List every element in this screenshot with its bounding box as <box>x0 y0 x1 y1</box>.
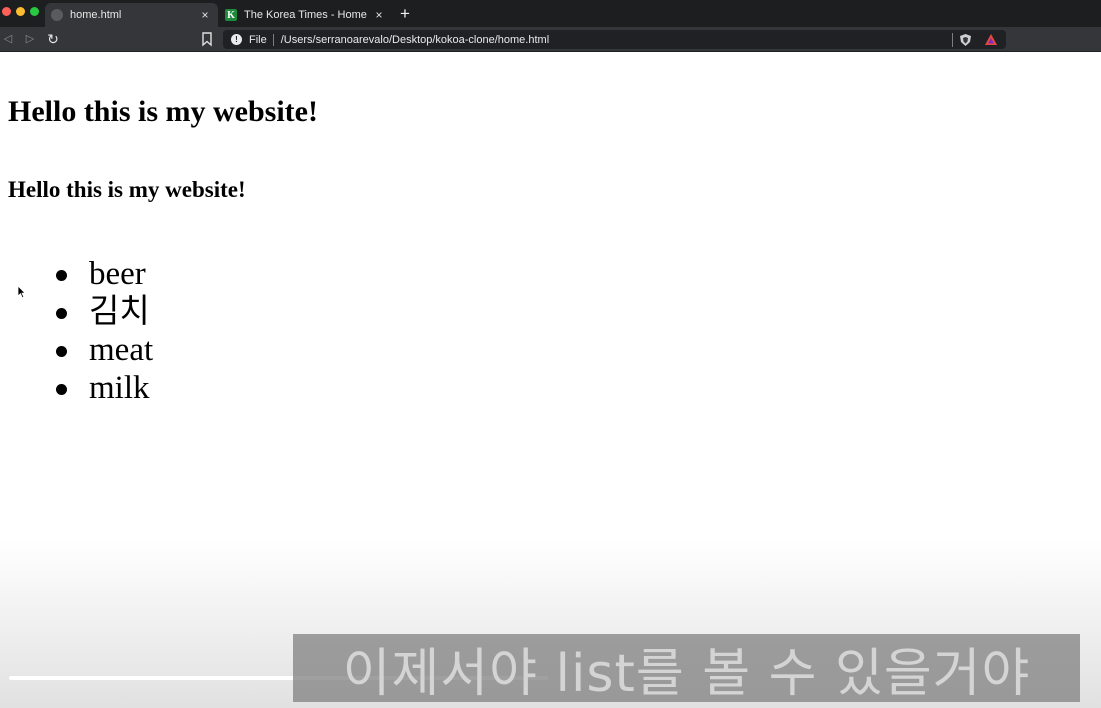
tab-title: The Korea Times - Home <box>244 9 367 21</box>
close-icon[interactable]: × <box>198 8 212 22</box>
korea-times-favicon-icon: K <box>225 9 237 21</box>
reload-icon[interactable]: ↻ <box>45 31 61 47</box>
minimize-window-button[interactable] <box>16 7 25 16</box>
url-text[interactable]: /Users/serranoarevalo/Desktop/kokoa-clon… <box>281 34 952 46</box>
list-item: meat <box>55 331 153 369</box>
tab-home[interactable]: home.html × <box>45 3 218 27</box>
bookmark-icon[interactable] <box>200 31 214 47</box>
list-item: 김치 <box>55 293 153 331</box>
subtitle-caption: 이제서야 list를 볼 수 있을거야 <box>293 634 1080 704</box>
list-item: milk <box>55 369 153 407</box>
url-scheme-label: File <box>249 33 267 46</box>
tab-korea-times[interactable]: K The Korea Times - Home × <box>219 3 392 27</box>
tab-bar: home.html × K The Korea Times - Home × + <box>0 0 1101 27</box>
new-tab-button[interactable]: + <box>396 4 414 24</box>
brave-rewards-icon[interactable] <box>984 33 998 46</box>
shopping-list: beer 김치 meat milk <box>55 255 153 407</box>
divider <box>272 33 274 46</box>
close-icon[interactable]: × <box>372 8 386 22</box>
forward-icon[interactable]: ▷ <box>22 31 38 47</box>
divider <box>952 32 953 47</box>
toolbar: ◁ ▷ ↻ ! File /Users/serranoarevalo/Deskt… <box>0 27 1101 52</box>
mouse-cursor-icon <box>17 285 26 299</box>
globe-icon <box>51 9 63 21</box>
subtitle-text: 이제서야 list를 볼 수 있을거야 <box>342 643 1031 704</box>
list-item: beer <box>55 255 153 293</box>
zoom-window-button[interactable] <box>30 7 39 16</box>
tab-title: home.html <box>70 9 122 21</box>
page-heading-h3: Hello this is my website! <box>8 177 246 202</box>
close-window-button[interactable] <box>2 7 11 16</box>
brave-shield-icon[interactable] <box>959 33 972 47</box>
info-icon[interactable]: ! <box>231 34 242 45</box>
address-bar[interactable]: ! File /Users/serranoarevalo/Desktop/kok… <box>223 30 1006 49</box>
page-heading-h1: Hello this is my website! <box>8 95 318 128</box>
back-icon[interactable]: ◁ <box>0 31 16 47</box>
